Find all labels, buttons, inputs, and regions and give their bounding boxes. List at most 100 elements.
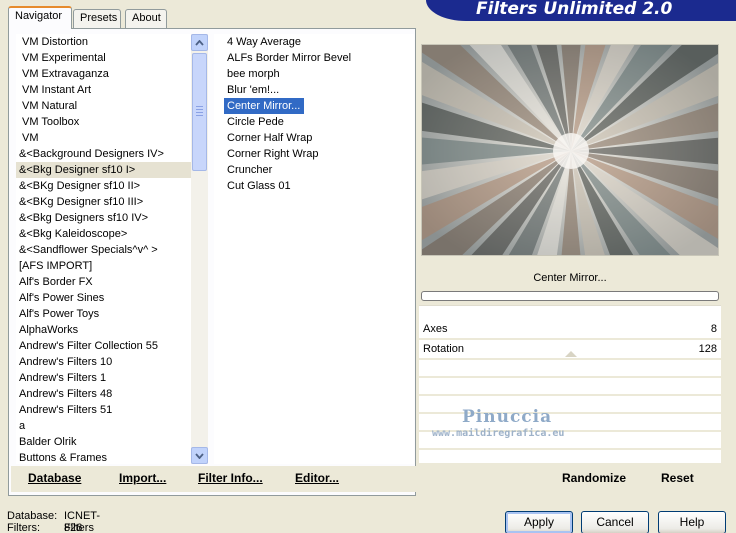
category-list-item[interactable]: &<BKg Designer sf10 III>: [16, 194, 191, 210]
navigator-toolbar: Database Import... Filter Info... Editor…: [11, 466, 416, 492]
help-button[interactable]: Help: [658, 511, 726, 533]
category-list-item[interactable]: Buttons & Frames: [16, 450, 191, 464]
category-list-item[interactable]: Balder Olrik: [16, 434, 191, 450]
category-list-item[interactable]: Andrew's Filters 10: [16, 354, 191, 370]
list-item-label: &<Background Designers IV>: [19, 148, 164, 160]
list-item-label: VM Instant Art: [22, 84, 92, 96]
list-item-label: Buttons & Frames: [19, 452, 108, 464]
tab-presets[interactable]: Presets: [73, 9, 121, 28]
database-button[interactable]: Database: [28, 466, 81, 490]
cancel-button-label: Cancel: [596, 515, 634, 529]
category-list-item[interactable]: &<Sandflower Specials^v^ >: [16, 242, 191, 258]
list-item-label: Alf's Power Toys: [19, 308, 100, 320]
axes-label: Axes: [423, 323, 448, 335]
list-item-label: Balder Olrik: [19, 436, 77, 448]
category-list-item[interactable]: Andrew's Filters 48: [16, 386, 191, 402]
list-item-label: Andrew's Filters 10: [19, 356, 113, 368]
rotation-label: Rotation: [423, 343, 464, 355]
apply-button[interactable]: Apply: [505, 511, 573, 533]
category-list-item[interactable]: Alf's Power Toys: [16, 306, 191, 322]
category-list-item[interactable]: &<Bkg Kaleidoscope>: [16, 226, 191, 242]
list-item-label: &<Bkg Designers sf10 IV>: [19, 212, 149, 224]
list-item-label: VM Distortion: [22, 36, 89, 48]
category-list-item[interactable]: VM Instant Art: [16, 82, 191, 98]
scroll-down-button[interactable]: [191, 447, 208, 464]
parameter-toolbar: Randomize Reset: [421, 466, 720, 492]
watermark-url: www.maildiregrafica.eu: [432, 428, 565, 439]
category-list-item[interactable]: AlphaWorks: [16, 322, 191, 338]
filter-list-item[interactable]: Cut Glass 01: [214, 178, 414, 194]
status-database-label: Database:: [7, 510, 58, 522]
cancel-button[interactable]: Cancel: [581, 511, 649, 533]
category-list-item[interactable]: Alf's Power Sines: [16, 290, 191, 306]
category-list-item[interactable]: Alf's Border FX: [16, 274, 191, 290]
filter-list-item[interactable]: Circle Pede: [214, 114, 414, 130]
category-list-item[interactable]: VM Experimental: [16, 50, 191, 66]
category-scrollbar[interactable]: [191, 34, 208, 464]
editor-button[interactable]: Editor...: [295, 466, 339, 490]
category-list-item[interactable]: VM Natural: [16, 98, 191, 114]
list-item-label: Corner Half Wrap: [227, 132, 313, 144]
list-item-label: Circle Pede: [227, 116, 284, 128]
category-list-item[interactable]: [AFS IMPORT]: [16, 258, 191, 274]
watermark-name: Pinuccia: [462, 407, 553, 427]
category-list-item[interactable]: VM Distortion: [16, 34, 191, 50]
category-list-item[interactable]: a: [16, 418, 191, 434]
progress-bar: [421, 291, 719, 301]
list-item-label: Andrew's Filters 48: [19, 388, 113, 400]
chevron-up-icon: [195, 39, 204, 46]
scroll-thumb[interactable]: [192, 53, 207, 171]
list-item-label: Blur 'em!...: [227, 84, 280, 96]
category-list-item[interactable]: Andrew's Filters 1: [16, 370, 191, 386]
category-list-item[interactable]: Andrew's Filters 51: [16, 402, 191, 418]
list-item-label: &<Bkg Kaleidoscope>: [19, 228, 128, 240]
scroll-up-button[interactable]: [191, 34, 208, 51]
app-title: Filters Unlimited 2.0: [476, 0, 673, 19]
list-item-label: Cut Glass 01: [227, 180, 291, 192]
tab-label: About: [132, 12, 161, 24]
list-item-label: &<Bkg Designer sf10 I>: [19, 164, 136, 176]
filter-list[interactable]: 4 Way Average ALFs Border Mirror Bevel bee…: [214, 34, 414, 464]
tab-navigator[interactable]: Navigator: [8, 6, 72, 29]
reset-button[interactable]: Reset: [661, 466, 694, 490]
randomize-button[interactable]: Randomize: [562, 466, 626, 490]
axes-slider[interactable]: Axes 8: [419, 321, 721, 338]
filter-list-item[interactable]: Center Mirror...: [214, 98, 414, 114]
list-item-label: Andrew's Filters 51: [19, 404, 113, 416]
tab-about[interactable]: About: [125, 9, 167, 28]
list-item-label: AlphaWorks: [19, 324, 79, 336]
list-item-label: VM Experimental: [22, 52, 106, 64]
filter-list-item[interactable]: Cruncher: [214, 162, 414, 178]
category-list[interactable]: VM Distortion VM Experimental VM Extravaga…: [16, 34, 191, 464]
help-button-label: Help: [679, 515, 705, 529]
category-list-item[interactable]: VM Extravaganza: [16, 66, 191, 82]
filter-list-item[interactable]: Corner Half Wrap: [214, 130, 414, 146]
list-item-label: a: [19, 420, 26, 432]
import-button[interactable]: Import...: [119, 466, 166, 490]
tab-label: Presets: [80, 12, 118, 24]
filter-list-item[interactable]: bee morph: [214, 66, 414, 82]
category-list-item[interactable]: VM Toolbox: [16, 114, 191, 130]
list-item-label: Center Mirror...: [224, 98, 305, 114]
list-item-label: [AFS IMPORT]: [19, 260, 93, 272]
filter-name-label: Center Mirror...: [421, 267, 719, 289]
category-list-item[interactable]: Andrew's Filter Collection 55: [16, 338, 191, 354]
filter-list-item[interactable]: Blur 'em!...: [214, 82, 414, 98]
filter-list-item[interactable]: 4 Way Average: [214, 34, 414, 50]
axes-value: 8: [710, 323, 717, 335]
list-item-label: Alf's Power Sines: [19, 292, 105, 304]
category-list-item[interactable]: &<Bkg Designers sf10 IV>: [16, 210, 191, 226]
category-list-item[interactable]: &<BKg Designer sf10 II>: [16, 178, 191, 194]
list-item-label: VM Extravaganza: [22, 68, 109, 80]
category-list-item[interactable]: &<Bkg Designer sf10 I>: [16, 162, 191, 178]
slider-thumb-icon[interactable]: [565, 349, 577, 357]
list-item-label: Alf's Border FX: [19, 276, 93, 288]
rotation-slider[interactable]: Rotation 128: [419, 341, 721, 358]
filter-list-item[interactable]: Corner Right Wrap: [214, 146, 414, 162]
filter-info-button[interactable]: Filter Info...: [198, 466, 263, 490]
list-item-label: bee morph: [227, 68, 280, 80]
category-list-item[interactable]: VM: [16, 130, 191, 146]
category-list-item[interactable]: &<Background Designers IV>: [16, 146, 191, 162]
filter-list-item[interactable]: ALFs Border Mirror Bevel: [214, 50, 414, 66]
status-filters-value: 826: [64, 522, 83, 533]
